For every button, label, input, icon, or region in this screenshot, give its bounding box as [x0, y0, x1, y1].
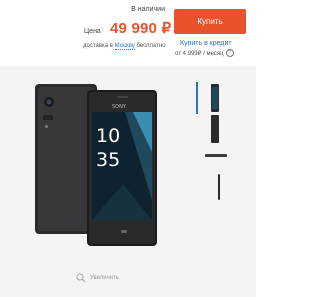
- delivery-info: доставка в Москву бесплатно: [83, 43, 166, 50]
- price-value: 49 990 ₽: [110, 20, 172, 37]
- delivery-city-link[interactable]: Москву: [114, 43, 135, 50]
- availability-status: В наличии: [131, 6, 165, 13]
- thumbnail-4[interactable]: [196, 172, 230, 202]
- phone-brand-logo: SONY: [112, 104, 127, 110]
- credit-monthly: от 4 999₽ / месяц ?: [175, 49, 234, 57]
- thumbnail-1[interactable]: [196, 82, 230, 114]
- purchase-panel: В наличии Цена 49 990 ₽ доставка в Москв…: [0, 0, 256, 66]
- buy-button[interactable]: Купить: [174, 9, 246, 34]
- phone-clock-hour: 10: [96, 125, 120, 147]
- thumbnail-3[interactable]: [196, 149, 230, 163]
- phone-clock-minute: 35: [96, 149, 120, 171]
- product-main-photo[interactable]: 10 35 SONY: [33, 80, 163, 248]
- price-label: Цена: [84, 28, 101, 35]
- phone-front-view: 10 35 SONY: [87, 90, 157, 246]
- zoom-label: Увеличить: [90, 275, 119, 281]
- question-circle-icon[interactable]: ?: [225, 49, 234, 57]
- credit-link[interactable]: Купить в кредит: [180, 40, 232, 47]
- zoom-control[interactable]: Увеличить: [76, 273, 119, 283]
- thumbnail-2[interactable]: [196, 114, 230, 144]
- delivery-prefix: доставка в: [83, 43, 113, 49]
- credit-monthly-text: от 4 999₽ / месяц: [175, 50, 224, 57]
- delivery-suffix: бесплатно: [136, 43, 166, 49]
- magnifier-icon: [76, 273, 86, 283]
